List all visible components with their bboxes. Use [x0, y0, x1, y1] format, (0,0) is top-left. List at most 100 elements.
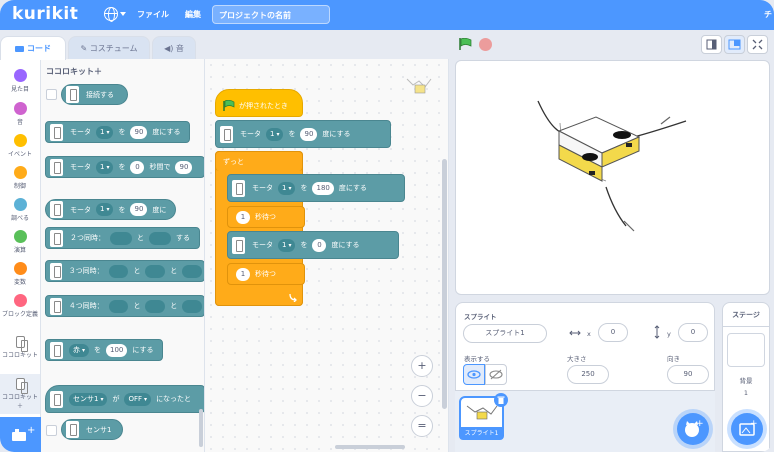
angle-input[interactable]: 90 — [300, 127, 318, 141]
show-hidden-button[interactable] — [485, 364, 507, 385]
category-variables[interactable]: 変数 — [0, 262, 40, 286]
menu-right-item[interactable]: チ — [764, 9, 772, 20]
menu-bar: kurikit ファイル 編集 プロジェクトの名前 チ — [0, 0, 774, 30]
stage-thumbnail[interactable] — [727, 333, 765, 367]
delete-sprite-button[interactable] — [494, 393, 508, 407]
angle-input[interactable]: 0 — [312, 238, 327, 252]
eye-hidden-icon — [489, 369, 503, 380]
size-input[interactable]: 250 — [567, 365, 609, 384]
category-kokorokit[interactable]: ココロキット — [0, 336, 40, 359]
app-window: kurikit ファイル 編集 プロジェクトの名前 チ コード ✎ コスチューム… — [0, 0, 774, 452]
block-led-color[interactable]: 赤を 100 にする — [45, 339, 164, 361]
checkbox-connect[interactable] — [46, 89, 57, 100]
kurikit-logo[interactable]: kurikit — [12, 4, 78, 24]
block-motor-reporter[interactable]: モータ 1を 90 度に — [45, 199, 177, 220]
block-connect[interactable]: 接続する — [61, 84, 128, 105]
checkbox-sensor1[interactable] — [46, 425, 57, 436]
motor-port-dropdown[interactable]: 1 — [96, 203, 114, 216]
tab-sound[interactable]: ◀) 音 — [152, 36, 196, 60]
x-input[interactable]: 0 — [598, 323, 628, 342]
angle-input[interactable]: 90 — [130, 125, 148, 139]
block-wait-2[interactable]: 1 秒待つ — [227, 263, 305, 285]
block-sensor1-reporter[interactable]: センサ1 — [61, 419, 124, 440]
menu-file[interactable]: ファイル — [137, 9, 169, 20]
category-kokorokit-plus[interactable]: ココロキット＋ — [0, 374, 40, 414]
angle-input[interactable]: 90 — [130, 203, 148, 216]
state-dropdown[interactable]: OFF — [124, 392, 152, 406]
tab-code[interactable]: コード — [0, 36, 66, 60]
fullscreen-button[interactable] — [747, 35, 768, 54]
block-label: と — [170, 267, 178, 275]
block-label: モータ — [70, 163, 91, 171]
direction-label: 向き — [667, 355, 680, 363]
category-operators[interactable]: 演算 — [0, 230, 40, 254]
seconds-input[interactable]: 90 — [175, 160, 193, 174]
empty-slot[interactable] — [182, 299, 202, 313]
motor-port-dropdown[interactable]: 1 — [278, 181, 296, 195]
angle-input[interactable]: 180 — [312, 181, 334, 195]
empty-slot[interactable] — [182, 264, 202, 278]
block-motor-timed[interactable]: モータ 1を0 秒間で 90 — [45, 156, 204, 178]
color-dropdown[interactable]: 赤 — [69, 343, 90, 357]
show-visible-button[interactable] — [463, 364, 485, 385]
zoom-in-button[interactable]: + — [411, 355, 433, 377]
direction-input[interactable]: 90 — [667, 365, 709, 384]
script-workspace[interactable]: が押されたとき モータ1を90度にする ずっと モータ1を180度にする 1秒待… — [205, 59, 449, 452]
wait-seconds-input[interactable]: 1 — [236, 210, 250, 224]
stop-icon[interactable] — [479, 38, 492, 51]
choose-sprite-button[interactable]: + — [677, 413, 709, 445]
stage-canvas[interactable] — [455, 60, 770, 295]
green-flag-run-icon[interactable] — [458, 38, 472, 50]
block-three-simultaneous[interactable]: ３つ同時： と と — [45, 260, 204, 282]
block-when-flag-clicked[interactable]: が押されたとき — [215, 89, 303, 117]
block-motor-set-180[interactable]: モータ 1を 180 度にする — [227, 174, 405, 202]
add-extension-button[interactable]: + — [0, 417, 41, 452]
chevron-down-icon[interactable] — [120, 12, 126, 16]
zoom-reset-button[interactable]: = — [411, 415, 433, 437]
block-two-simultaneous[interactable]: ２つ同時： と する — [45, 227, 200, 249]
zoom-out-button[interactable]: − — [411, 385, 433, 407]
motor-port-dropdown[interactable]: 1 — [96, 160, 114, 174]
angle-input[interactable]: 0 — [130, 160, 145, 174]
sensor-dropdown[interactable]: センサ1 — [69, 392, 108, 406]
empty-slot[interactable] — [108, 299, 129, 313]
palette-scrollbar[interactable] — [199, 409, 203, 447]
block-label: 度にする — [152, 128, 181, 136]
project-title-input[interactable]: プロジェクトの名前 — [212, 5, 330, 24]
robot-sprite[interactable] — [456, 61, 771, 296]
motor-port-dropdown[interactable]: 1 — [96, 125, 114, 139]
empty-slot[interactable] — [145, 264, 166, 278]
y-input[interactable]: 0 — [678, 323, 708, 342]
normal-stage-button[interactable] — [724, 35, 745, 54]
sprite-name-input[interactable]: スプライト1 — [463, 324, 547, 343]
category-sound[interactable]: 音 — [0, 102, 40, 126]
category-sensing[interactable]: 調べる — [0, 198, 40, 222]
workspace-vertical-scrollbar[interactable] — [442, 159, 447, 409]
small-stage-button[interactable] — [701, 35, 722, 54]
block-wait-1[interactable]: 1 秒待つ — [227, 206, 305, 228]
category-my-blocks[interactable]: ブロック定義 — [0, 294, 40, 318]
category-events[interactable]: イベント — [0, 134, 40, 158]
motor-port-dropdown[interactable]: 1 — [278, 238, 296, 252]
empty-slot[interactable] — [108, 264, 129, 278]
language-globe-icon[interactable] — [104, 7, 118, 22]
category-control[interactable]: 制御 — [0, 166, 40, 190]
category-label: 演算 — [13, 247, 26, 254]
block-four-simultaneous[interactable]: ４つ同時： と と — [45, 295, 204, 317]
empty-slot[interactable] — [149, 231, 171, 245]
choose-backdrop-button[interactable]: + — [731, 413, 763, 445]
category-looks[interactable]: 見た目 — [0, 69, 40, 93]
wait-seconds-input[interactable]: 1 — [236, 267, 250, 281]
block-sensor-hat[interactable]: センサ1 が OFF になったと — [45, 385, 204, 413]
menu-edit[interactable]: 編集 — [185, 9, 201, 20]
category-label: イベント — [7, 151, 32, 158]
workspace-horizontal-scrollbar[interactable] — [335, 445, 405, 449]
empty-slot[interactable] — [145, 299, 166, 313]
tab-costume[interactable]: ✎ コスチューム — [68, 36, 150, 60]
brightness-input[interactable]: 100 — [106, 343, 128, 357]
block-motor-set-script[interactable]: モータ 1を 90 度にする — [215, 120, 391, 148]
block-motor-set-0[interactable]: モータ 1を0 度にする — [227, 231, 399, 259]
motor-port-dropdown[interactable]: 1 — [266, 127, 284, 141]
block-motor-set[interactable]: モータ 1を 90 度にする — [45, 121, 191, 143]
empty-slot[interactable] — [110, 231, 132, 245]
